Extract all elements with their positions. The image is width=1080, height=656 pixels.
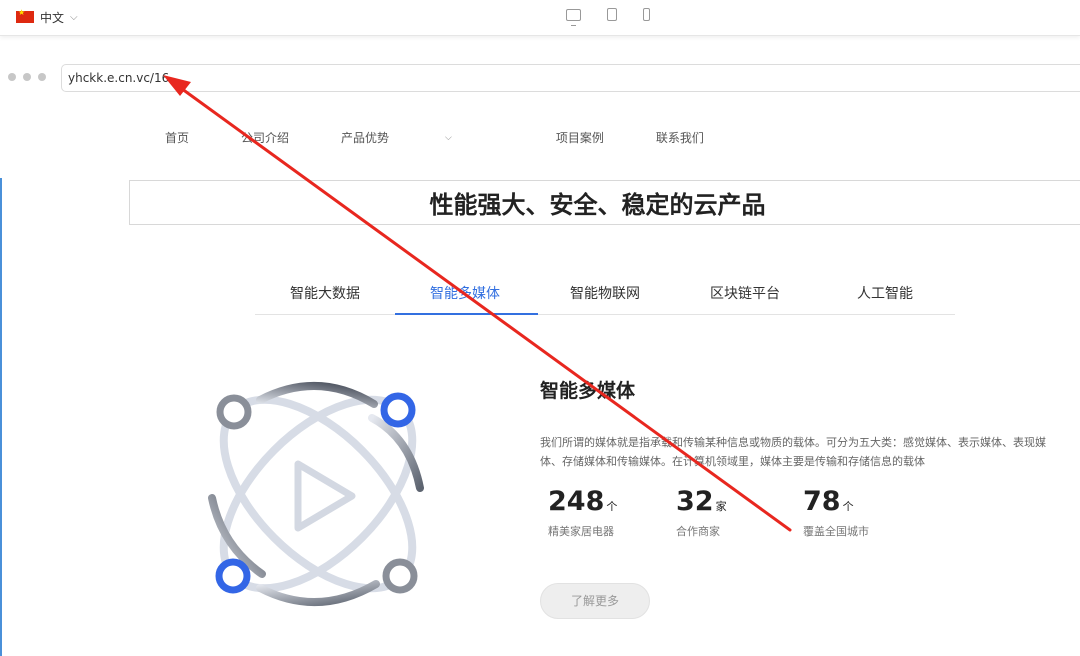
stat-unit: 个 xyxy=(606,500,618,513)
language-selector[interactable]: 中文 ⌵ xyxy=(16,8,78,26)
nav-item-products-label: 产品优势 xyxy=(341,131,390,145)
node-circle-icon xyxy=(380,392,416,428)
tablet-icon[interactable] xyxy=(607,8,617,21)
window-dot-icon xyxy=(8,73,16,81)
stat-unit: 家 xyxy=(715,500,727,513)
tab-iot[interactable]: 智能物联网 xyxy=(535,276,675,314)
stat-value: 78 xyxy=(803,486,841,517)
china-flag-icon xyxy=(16,8,34,23)
site-nav: 首页 公司介绍 产品优势 ⌵ 项目案例 联系我们 xyxy=(165,129,756,146)
nav-item-cases[interactable]: 项目案例 xyxy=(556,129,604,146)
node-circle-icon xyxy=(215,558,251,594)
tab-blockchain[interactable]: 区块链平台 xyxy=(675,276,815,314)
nav-item-contact[interactable]: 联系我们 xyxy=(656,129,704,146)
stat-value: 248 xyxy=(548,486,605,517)
stat-label: 精美家居电器 xyxy=(548,525,614,538)
language-label: 中文 xyxy=(40,10,65,25)
stat-label: 覆盖全国城市 xyxy=(803,525,869,538)
preview-toolbar: 中文 ⌵ xyxy=(0,0,1080,36)
section-title: 智能多媒体 xyxy=(540,380,636,402)
stat-unit: 个 xyxy=(842,500,854,513)
browser-frame: yhckk.e.cn.vc/16 xyxy=(0,60,1080,100)
product-tabs: 智能大数据 智能多媒体 智能物联网 区块链平台 人工智能 xyxy=(255,276,955,315)
desktop-icon[interactable] xyxy=(566,8,581,26)
learn-more-button[interactable]: 了解更多 xyxy=(540,583,650,619)
stat-label: 合作商家 xyxy=(676,525,720,538)
node-circle-icon xyxy=(216,394,252,430)
window-dot-icon xyxy=(23,73,31,81)
nav-item-products[interactable]: 产品优势 ⌵ xyxy=(341,129,504,146)
section-description: 我们所谓的媒体就是指承载和传输某种信息或物质的载体。可分为五大类：感觉媒体、表示… xyxy=(540,436,1046,468)
phone-icon[interactable] xyxy=(643,8,650,21)
stat-item: 78 个 覆盖全国城市 xyxy=(803,486,869,539)
chevron-down-icon: ⌵ xyxy=(445,132,452,143)
hero-title-box: 性能强大、安全、稳定的云产品 xyxy=(129,180,1080,225)
stat-value: 32 xyxy=(676,486,714,517)
nav-item-home[interactable]: 首页 xyxy=(165,129,189,146)
tab-big-data[interactable]: 智能大数据 xyxy=(255,276,395,314)
nav-item-about[interactable]: 公司介绍 xyxy=(241,129,289,146)
page-title: 性能强大、安全、稳定的云产品 xyxy=(429,191,766,219)
tab-multimedia[interactable]: 智能多媒体 xyxy=(395,276,538,315)
stat-item: 248 个 精美家居电器 xyxy=(548,486,617,539)
left-edge-line xyxy=(0,178,2,656)
window-dot-icon xyxy=(38,73,46,81)
chevron-down-icon: ⌵ xyxy=(70,11,78,23)
multimedia-illustration xyxy=(208,382,424,606)
stat-item: 32 家 合作商家 xyxy=(676,486,727,539)
window-dots xyxy=(8,73,46,81)
address-bar[interactable]: yhckk.e.cn.vc/16 xyxy=(61,64,1080,92)
play-icon xyxy=(294,460,356,532)
node-circle-icon xyxy=(382,558,418,594)
tab-ai[interactable]: 人工智能 xyxy=(815,276,955,314)
device-switcher xyxy=(566,8,650,26)
